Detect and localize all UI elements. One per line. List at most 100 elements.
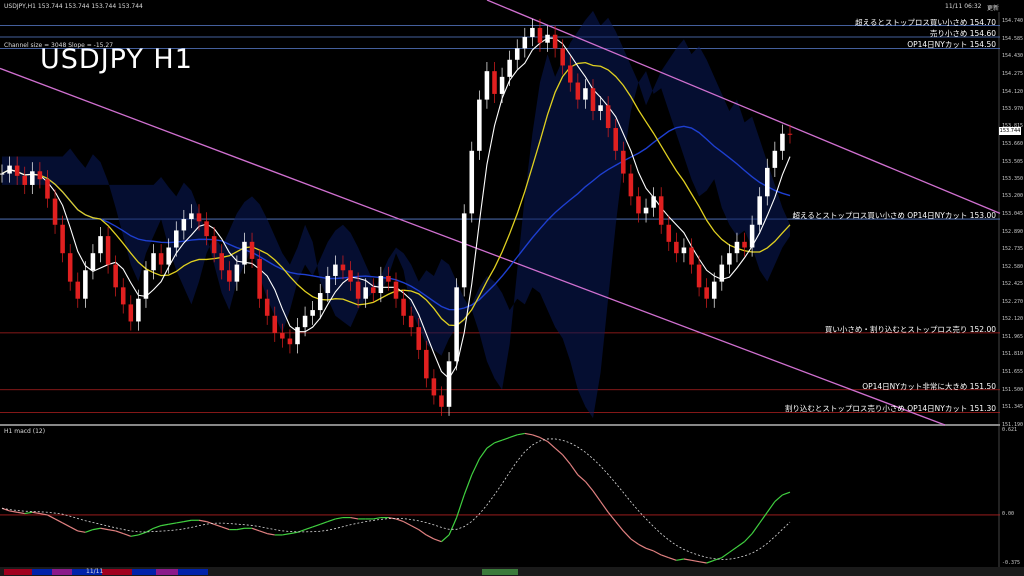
candle-body xyxy=(719,264,725,282)
candle-body xyxy=(492,71,497,94)
candle-body xyxy=(772,150,778,168)
candle-body xyxy=(234,264,240,282)
macd-segment xyxy=(32,511,40,515)
candle-body xyxy=(461,213,467,288)
macd-segment xyxy=(236,527,245,531)
candle-body xyxy=(83,270,88,299)
price-tick: 153.200 xyxy=(1002,193,1024,200)
price-tick: 153.350 xyxy=(1002,176,1024,183)
status-label: 更新 xyxy=(987,5,1000,12)
macd-segment xyxy=(615,521,624,532)
macd-segment xyxy=(312,523,321,528)
macd-segment xyxy=(418,529,427,536)
candle-body xyxy=(522,37,528,49)
macd-segment xyxy=(168,522,177,525)
macd-segment xyxy=(478,447,488,460)
macd-segment xyxy=(676,558,685,561)
candle-body xyxy=(530,27,535,38)
macd-segment xyxy=(289,531,298,535)
candle-body xyxy=(658,196,664,225)
candle-body xyxy=(98,236,103,254)
candle-body xyxy=(204,221,209,237)
price-tick: 151.500 xyxy=(1002,386,1024,393)
macd-segment xyxy=(782,491,791,496)
candle-body xyxy=(514,48,520,60)
candle-body xyxy=(105,236,111,265)
macd-axis-zero: 0.00 xyxy=(1002,511,1015,517)
macd-segment xyxy=(426,534,435,540)
chart-window[interactable]: USDJPY,H1 153.744 153.744 153.744 153.74… xyxy=(0,0,1024,576)
candle-body xyxy=(378,275,384,294)
price-tick: 152.890 xyxy=(1002,228,1024,235)
candle-body xyxy=(439,395,444,407)
macd-segment xyxy=(562,454,571,465)
macd-segment xyxy=(577,474,586,482)
macd-segment xyxy=(335,517,344,520)
macd-segment xyxy=(176,521,184,524)
candle-body xyxy=(264,298,270,316)
candle-body xyxy=(90,253,96,271)
macd-segment xyxy=(54,518,63,524)
price-tick: 151.345 xyxy=(1002,404,1024,411)
macd-segment xyxy=(213,523,222,528)
candle-body xyxy=(537,27,543,43)
macd-segment xyxy=(774,494,783,503)
candle-body xyxy=(446,361,452,407)
macd-segment xyxy=(115,530,124,535)
macd-segment xyxy=(373,517,381,520)
candle-body xyxy=(242,241,247,265)
macd-segment xyxy=(494,439,503,444)
macd-segment xyxy=(77,530,86,533)
macd-segment xyxy=(668,557,677,561)
macd-segment xyxy=(221,526,230,531)
macd-segment xyxy=(107,529,116,532)
macd-segment xyxy=(691,559,700,563)
price-chart[interactable] xyxy=(0,0,1024,576)
macd-segment xyxy=(123,533,132,537)
macd-segment xyxy=(592,490,602,502)
price-tick: 152.270 xyxy=(1002,299,1024,306)
candle-body xyxy=(128,304,134,322)
candle-body xyxy=(113,264,118,288)
price-tick: 151.810 xyxy=(1002,351,1024,358)
candle-body xyxy=(598,105,603,111)
macd-segment xyxy=(509,434,518,439)
price-tick: 154.275 xyxy=(1002,71,1024,77)
macd-segment xyxy=(463,474,473,496)
candle-body xyxy=(711,281,717,299)
macd-segment xyxy=(395,518,404,523)
macd-segment xyxy=(622,530,632,540)
bottom-seg xyxy=(156,569,178,575)
candle-body xyxy=(30,171,35,185)
candle-body xyxy=(454,287,459,362)
candle-body xyxy=(484,71,490,100)
candle-body xyxy=(734,241,740,254)
macd-segment xyxy=(183,519,192,523)
macd-segment xyxy=(698,561,707,564)
bottom-seg xyxy=(52,569,72,575)
candle-body xyxy=(280,332,285,339)
bottom-bar: 11/11 xyxy=(0,567,1024,576)
candle-body xyxy=(567,65,573,83)
macd-segment xyxy=(751,522,761,534)
candle-body xyxy=(575,82,581,100)
candle-body xyxy=(317,293,323,311)
macd-segment xyxy=(736,541,745,548)
candle-body xyxy=(689,247,694,265)
candle-body xyxy=(7,165,12,174)
price-tick: 152.120 xyxy=(1002,316,1024,323)
candle-body xyxy=(704,287,709,299)
candle-body xyxy=(613,128,619,151)
macd-segment xyxy=(62,522,71,528)
candle-body xyxy=(370,287,376,294)
level-label: OP14日NYカット 154.50 xyxy=(907,40,996,50)
candle-body xyxy=(0,173,5,175)
candle-body xyxy=(674,241,679,254)
bottom-date: 11/11 xyxy=(86,568,104,575)
macd-segment xyxy=(607,511,617,522)
macd-segment xyxy=(441,534,450,543)
candle-body xyxy=(272,315,278,333)
candle-body xyxy=(333,264,338,276)
macd-segment xyxy=(259,530,268,535)
candle-body xyxy=(545,34,550,43)
